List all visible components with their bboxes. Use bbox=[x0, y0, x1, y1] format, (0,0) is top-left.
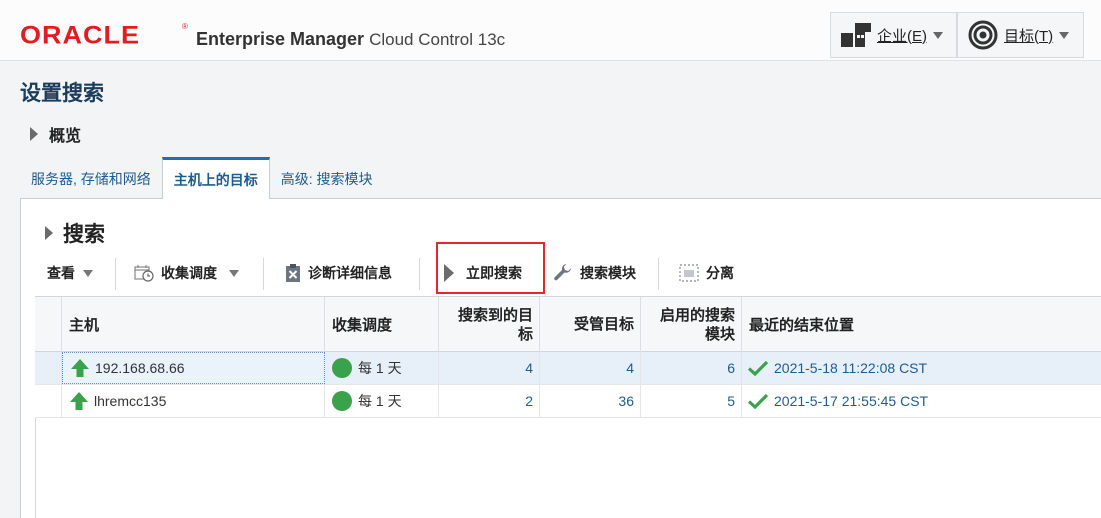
schedule-cell: 每 1 天 bbox=[325, 385, 439, 417]
header-bar: ORACLE ® Enterprise Manager Cloud Contro… bbox=[0, 0, 1101, 61]
product-version: Cloud Control 13c bbox=[369, 30, 506, 49]
host-cell[interactable]: lhremcc135 bbox=[62, 385, 325, 417]
found-targets-link[interactable]: 4 bbox=[439, 352, 540, 384]
managed-targets-link[interactable]: 36 bbox=[540, 385, 641, 417]
collection-schedule-label: 收集调度 bbox=[161, 265, 217, 281]
diagnostics-label: 诊断详细信息 bbox=[308, 265, 392, 281]
page-title: 设置搜索 bbox=[20, 82, 104, 105]
tab-advanced-search-modules[interactable]: 高级: 搜索模块 bbox=[270, 157, 384, 199]
column-header-host[interactable]: 主机 bbox=[62, 297, 325, 352]
table-header: 主机 收集调度 搜索到的目标 受管目标 启用的搜索 模块 最近的结束位置 bbox=[35, 296, 1101, 352]
column-header-enabled-modules[interactable]: 启用的搜索 模块 bbox=[641, 297, 742, 352]
wrench-icon bbox=[554, 264, 571, 281]
disclosure-collapsed-icon bbox=[30, 127, 38, 141]
enabled-modules-link[interactable]: 6 bbox=[641, 352, 742, 384]
highlight-box bbox=[436, 242, 545, 294]
last-end-cell[interactable]: 2021-5-18 11:22:08 CST bbox=[742, 352, 1101, 384]
column-header-found-targets[interactable]: 搜索到的目标 bbox=[439, 297, 540, 352]
last-end-link[interactable]: 2021-5-18 11:22:08 CST bbox=[774, 360, 927, 376]
row-selector-header bbox=[35, 297, 62, 352]
last-end-cell[interactable]: 2021-5-17 21:55:45 CST bbox=[742, 385, 1101, 417]
managed-targets-link[interactable]: 4 bbox=[540, 352, 641, 384]
diagnostics-button[interactable]: 诊断详细信息 bbox=[285, 254, 392, 292]
column-header-found-targets-text: 搜索到的目标 bbox=[457, 306, 533, 343]
targets-menu-button[interactable]: 目标(T) bbox=[957, 12, 1084, 58]
search-modules-button[interactable]: 搜索模块 bbox=[553, 254, 636, 292]
chevron-down-icon bbox=[933, 31, 943, 39]
toolbar-separator bbox=[263, 258, 264, 290]
registered-mark: ® bbox=[182, 22, 188, 31]
detach-label: 分离 bbox=[706, 265, 734, 281]
tab-servers-storage-network[interactable]: 服务器, 存储和网络 bbox=[20, 157, 162, 199]
host-name: lhremcc135 bbox=[94, 393, 167, 409]
enterprise-menu-label: 企业(E) bbox=[877, 27, 927, 45]
host-cell[interactable]: 192.168.68.66 bbox=[62, 352, 325, 384]
search-modules-label: 搜索模块 bbox=[580, 265, 636, 281]
found-targets-link[interactable]: 2 bbox=[439, 385, 540, 417]
schedule-value: 每 1 天 bbox=[358, 393, 402, 409]
search-section-header[interactable]: 搜索 bbox=[45, 218, 105, 248]
calendar-clock-icon bbox=[134, 265, 154, 282]
disclosure-collapsed-icon bbox=[45, 226, 53, 240]
last-end-link[interactable]: 2021-5-17 21:55:45 CST bbox=[774, 393, 928, 409]
enabled-modules-link[interactable]: 5 bbox=[641, 385, 742, 417]
schedule-status-icon bbox=[332, 358, 352, 378]
checkmark-icon bbox=[748, 360, 768, 376]
table-row[interactable]: 192.168.68.66 每 1 天 4 4 6 2021-5-18 11:2… bbox=[35, 352, 1101, 385]
column-header-enabled-modules-text: 启用的搜索 模块 bbox=[659, 306, 735, 343]
chevron-down-icon bbox=[229, 269, 239, 277]
view-label: 查看 bbox=[47, 265, 75, 281]
toolbar-separator bbox=[115, 258, 116, 290]
view-menu-button[interactable]: 查看 bbox=[47, 254, 93, 292]
checkmark-icon bbox=[748, 393, 768, 409]
row-selector[interactable] bbox=[35, 352, 62, 384]
oracle-logo: ORACLE bbox=[20, 21, 140, 49]
overview-label: 概览 bbox=[49, 128, 82, 145]
column-header-schedule[interactable]: 收集调度 bbox=[325, 297, 439, 352]
toolbar-separator bbox=[658, 258, 659, 290]
overview-disclosure[interactable]: 概览 bbox=[30, 122, 81, 146]
tab-targets-on-hosts[interactable]: 主机上的目标 bbox=[161, 157, 270, 199]
schedule-status-icon bbox=[332, 391, 352, 411]
column-header-last-end[interactable]: 最近的结束位置 bbox=[742, 297, 1101, 352]
chevron-down-icon bbox=[83, 269, 93, 277]
status-up-arrow-icon bbox=[71, 359, 89, 377]
toolbar: 查看 收集调度 诊断详细信息 立即搜索 搜索模块 分离 bbox=[36, 254, 1101, 292]
clipboard-x-icon bbox=[286, 263, 300, 282]
tab-bar: 服务器, 存储和网络 主机上的目标 高级: 搜索模块 bbox=[20, 157, 384, 199]
enterprise-icon bbox=[841, 23, 871, 47]
row-selector[interactable] bbox=[35, 385, 62, 417]
product-title: Enterprise Manager Cloud Control 13c bbox=[196, 28, 505, 51]
section-title: 搜索 bbox=[63, 223, 105, 246]
table-left-border bbox=[35, 418, 36, 518]
status-up-arrow-icon bbox=[70, 392, 88, 410]
target-icon bbox=[968, 20, 998, 50]
enterprise-menu-button[interactable]: 企业(E) bbox=[830, 12, 957, 58]
table-row[interactable]: lhremcc135 每 1 天 2 36 5 2021-5-17 21:55:… bbox=[35, 385, 1101, 418]
collection-schedule-button[interactable]: 收集调度 bbox=[134, 254, 239, 292]
host-name: 192.168.68.66 bbox=[95, 360, 185, 376]
toolbar-separator bbox=[419, 258, 420, 290]
detach-icon bbox=[679, 264, 699, 282]
detach-button[interactable]: 分离 bbox=[679, 254, 734, 292]
schedule-value: 每 1 天 bbox=[358, 360, 402, 376]
chevron-down-icon bbox=[1059, 31, 1070, 39]
schedule-cell: 每 1 天 bbox=[325, 352, 439, 384]
targets-menu-label: 目标(T) bbox=[1004, 27, 1054, 45]
column-header-managed-targets[interactable]: 受管目标 bbox=[540, 297, 641, 352]
product-name: Enterprise Manager bbox=[196, 29, 365, 49]
